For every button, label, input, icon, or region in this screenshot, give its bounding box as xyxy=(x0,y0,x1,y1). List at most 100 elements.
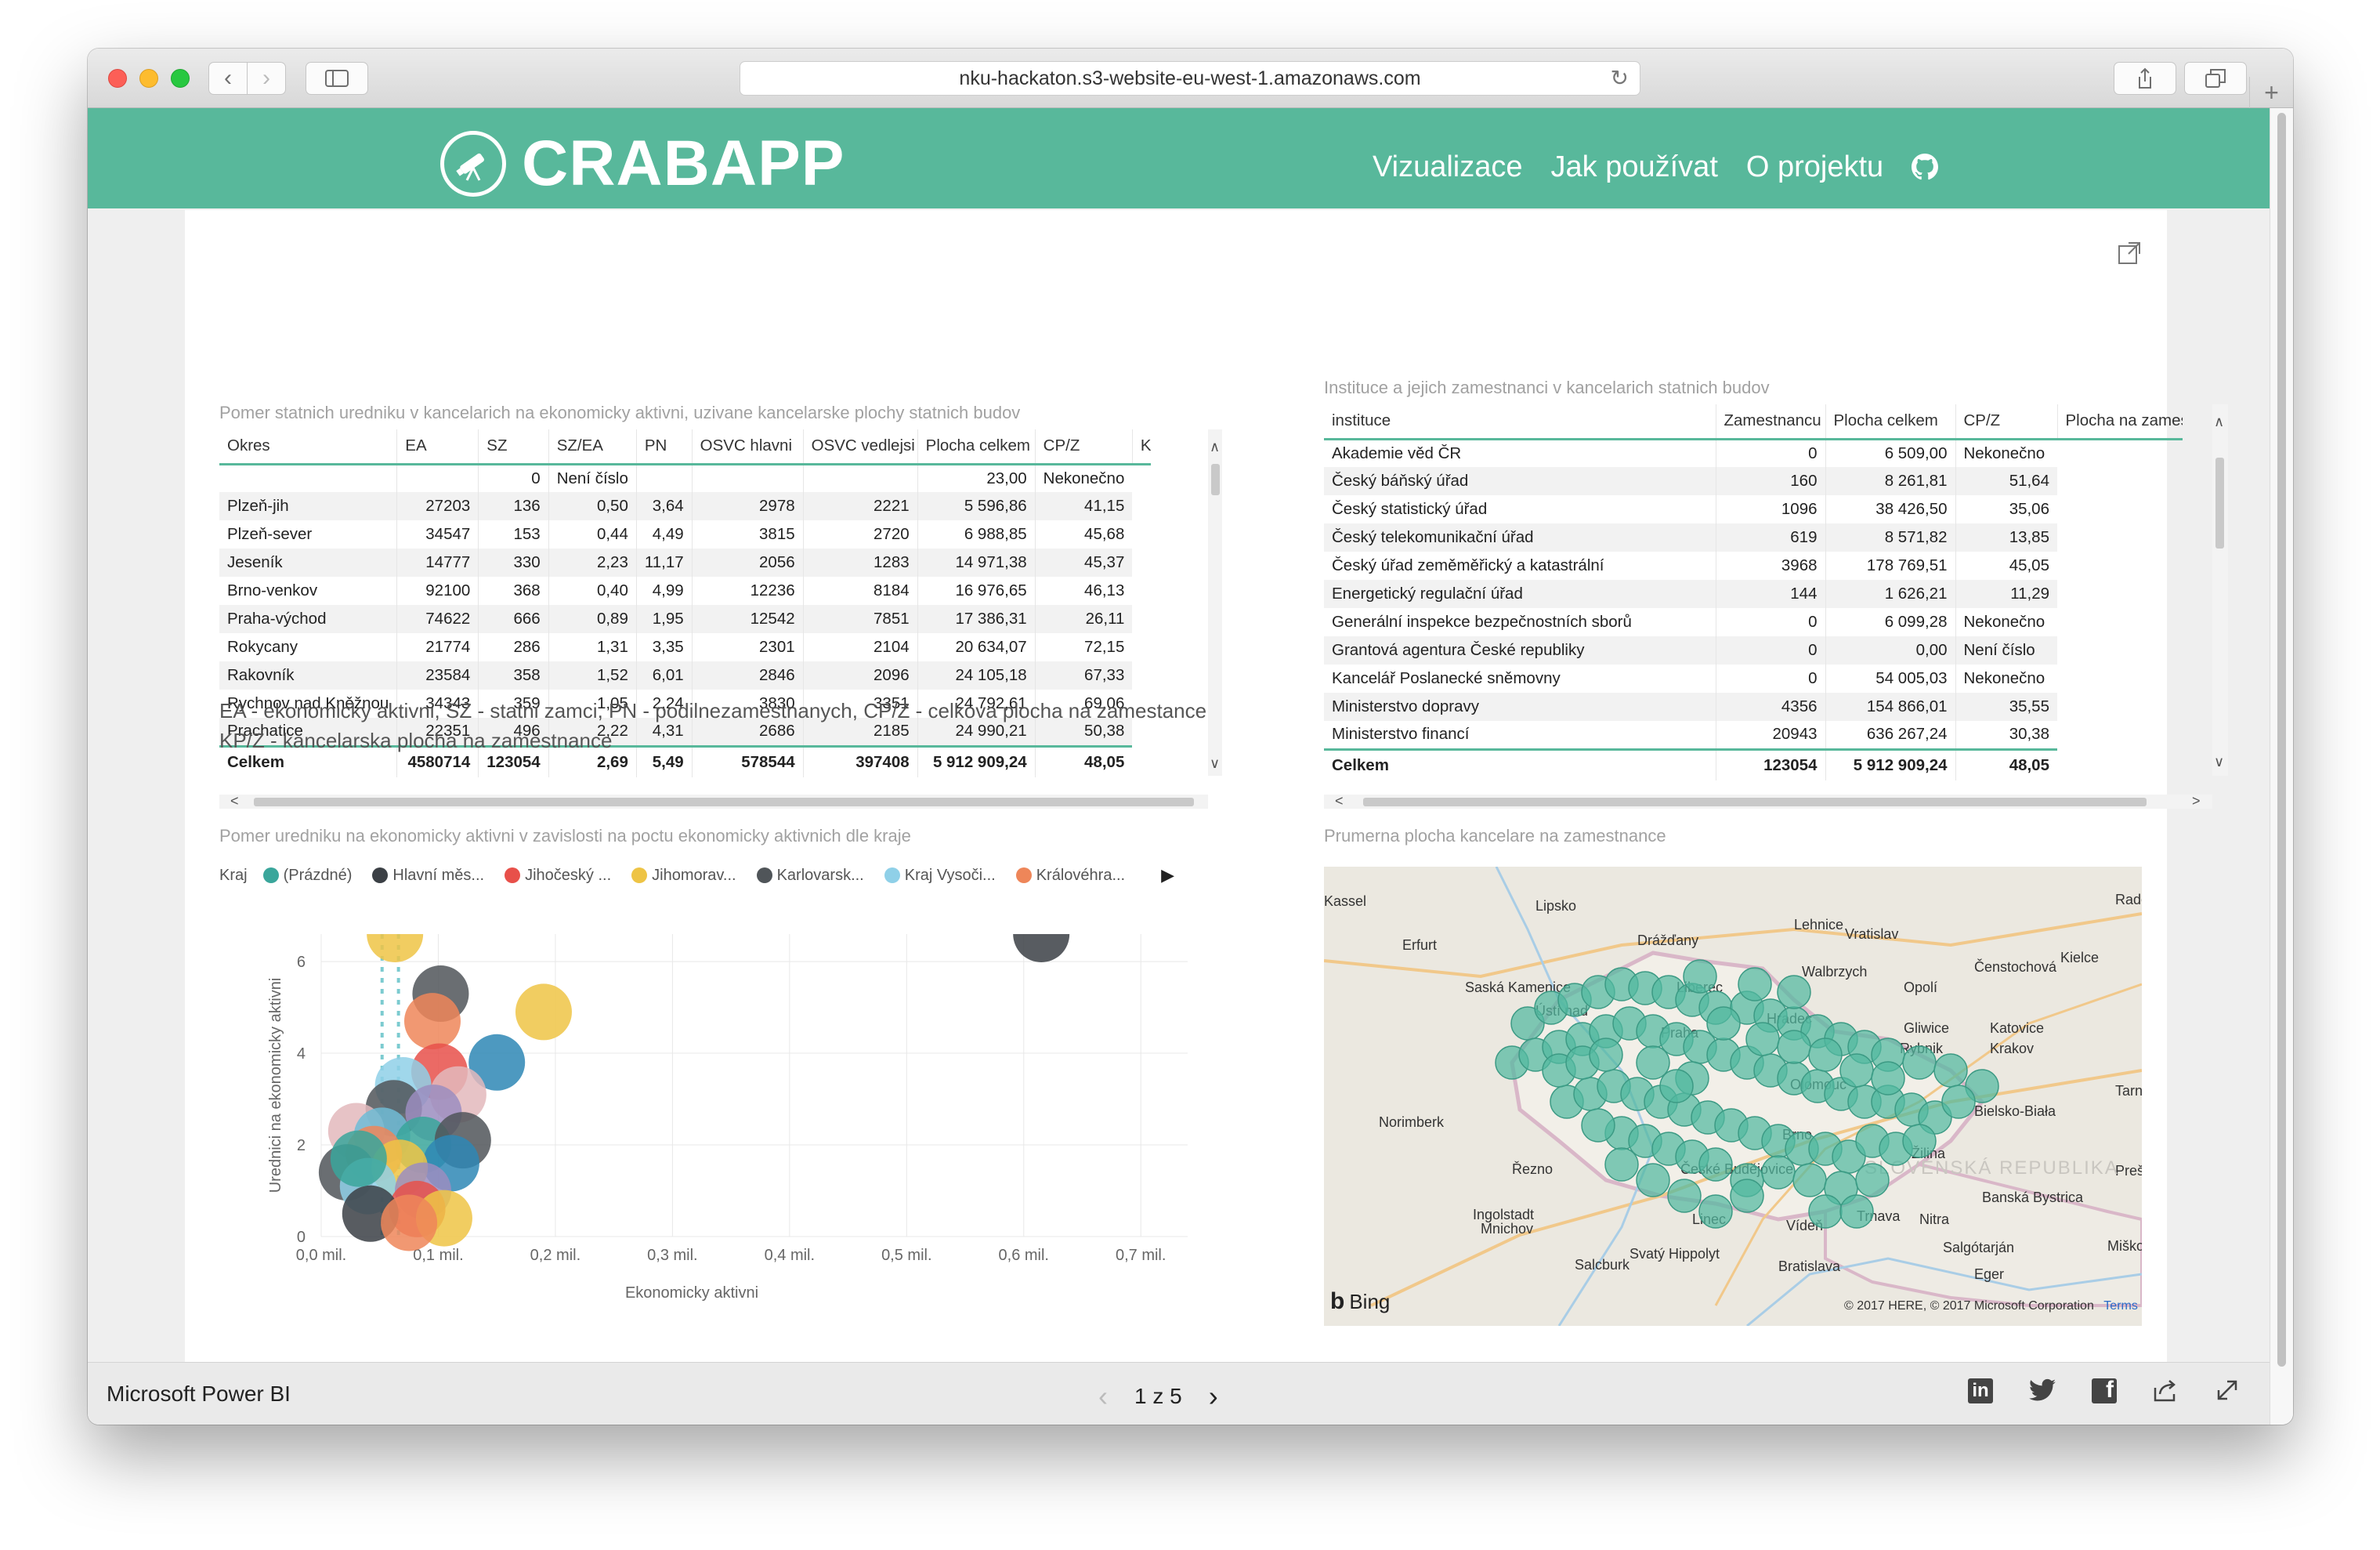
table1-col-header[interactable]: K xyxy=(1131,429,1152,465)
map-visual[interactable]: Kassel Lipsko Drážďany Erfurt Saská Kamenice… xyxy=(1324,867,2142,1326)
nav-vizualizace[interactable]: Vizualizace xyxy=(1373,150,1523,188)
table1-col-header[interactable]: SZ xyxy=(478,429,549,465)
table1-col-header[interactable]: OSVC hlavni xyxy=(691,429,804,465)
table-row[interactable]: Ministerstvo financí 20943 636 267,24 30,38 xyxy=(1324,721,2183,749)
table1-horizontal-scrollbar[interactable]: < xyxy=(219,793,1208,809)
back-button[interactable]: ‹ xyxy=(208,62,248,95)
table-row[interactable]: Plzeň-sever 34547 153 0,44 4,49 3815 2720 6 988… xyxy=(219,520,1151,549)
legend-next-arrow[interactable]: ▶ xyxy=(1161,865,1174,885)
table-row[interactable]: Jeseník 14777 330 2,23 11,17 2056 1283 14 971,3… xyxy=(219,549,1151,577)
chevron-right-icon[interactable]: > xyxy=(2192,793,2201,809)
share-button[interactable] xyxy=(2114,62,2176,95)
table1-hscroll-thumb[interactable] xyxy=(254,798,1194,806)
map-terms-link[interactable]: Terms xyxy=(2103,1299,2138,1313)
minimize-window-button[interactable] xyxy=(139,69,158,88)
table-row[interactable]: Grantová agentura České republiky 0 0,00 Ne… xyxy=(1324,636,2183,665)
legend-item[interactable]: Kraj Vysoči... xyxy=(884,867,996,885)
table1-col-header[interactable]: Plocha celkem xyxy=(917,429,1036,465)
table1-col-header[interactable]: CP/Z xyxy=(1034,429,1133,465)
map-place-label: Banská Bystrica xyxy=(1982,1190,2084,1205)
nav-o-projektu[interactable]: O projektu xyxy=(1746,150,1883,188)
reload-icon[interactable]: ↻ xyxy=(1611,65,1629,91)
table1-cell: 136 xyxy=(478,492,549,520)
table2-col-header[interactable]: Plocha na zamestn xyxy=(2056,404,2183,440)
focus-mode-icon[interactable] xyxy=(2118,241,2141,269)
new-tab-button[interactable]: + xyxy=(2249,77,2293,108)
chevron-up-icon[interactable]: ∧ xyxy=(1210,439,1220,455)
table-row[interactable]: Energetický regulační úřad 144 1 626,21 11,… xyxy=(1324,580,2183,608)
nav-jak-pouzivat[interactable]: Jak používat xyxy=(1551,150,1718,188)
legend-item[interactable]: (Prázdné) xyxy=(262,867,352,885)
legend-item[interactable]: Jihomorav... xyxy=(631,867,736,885)
legend-dot xyxy=(505,867,521,883)
table1-col-header[interactable]: Okres xyxy=(219,429,397,465)
table2-col-header[interactable]: Plocha celkem xyxy=(1825,404,1955,440)
chevron-up-icon[interactable]: ∧ xyxy=(2214,414,2224,430)
close-window-button[interactable] xyxy=(108,69,127,88)
table1-cell: 16 976,65 xyxy=(917,577,1036,605)
table2-hscroll-thumb[interactable] xyxy=(1363,798,2147,806)
map-place-label: Gliwice xyxy=(1904,1020,1949,1036)
table1-col-header[interactable]: SZ/EA xyxy=(548,429,637,465)
table-row[interactable]: Český báňský úřad 160 8 261,81 51,64 xyxy=(1324,467,2183,495)
table2-vscroll-thumb[interactable] xyxy=(2215,458,2224,549)
table2-total-cell: Celkem xyxy=(1324,748,1716,780)
table-row[interactable]: Český telekomunikační úřad 619 8 571,82 13,… xyxy=(1324,523,2183,552)
table-row[interactable]: Generální inspekce bezpečnostních sborů 0… xyxy=(1324,608,2183,636)
powerbi-brand[interactable]: Microsoft Power BI xyxy=(107,1382,291,1407)
table1-vertical-scrollbar[interactable]: ∧ ∨ xyxy=(1208,429,1222,776)
facebook-icon[interactable]: f xyxy=(2092,1377,2117,1403)
fullscreen-icon[interactable] xyxy=(2215,1378,2239,1408)
tabs-overview-button[interactable] xyxy=(2184,62,2247,95)
page-scroll-thumb[interactable] xyxy=(2277,113,2286,1367)
table1-cell: 3,64 xyxy=(635,492,693,520)
table2-col-header[interactable]: CP/Z xyxy=(1955,404,2057,440)
chevron-left-icon[interactable]: < xyxy=(1335,793,1344,809)
page-content: CRABAPP Vizualizace Jak používat O proje… xyxy=(88,108,2270,1425)
table1-col-header[interactable]: OSVC vedlejsi xyxy=(802,429,918,465)
twitter-icon[interactable] xyxy=(2029,1378,2056,1408)
zoom-window-button[interactable] xyxy=(171,69,190,88)
table-row[interactable]: 0 Není číslo 23,00 Nekonečno xyxy=(219,464,1151,492)
table2-col-header[interactable]: Zamestnancu xyxy=(1715,404,1825,440)
table1-cell: 2056 xyxy=(691,549,804,577)
table-row[interactable]: Ministerstvo dopravy 4356 154 866,01 35,55 xyxy=(1324,693,2183,721)
note-line-1: EA - ekonomicky aktivni, SZ - statni zam… xyxy=(219,699,1207,722)
table2-horizontal-scrollbar[interactable]: < > xyxy=(1324,793,2212,809)
page-scrollbar[interactable] xyxy=(2270,108,2293,1425)
legend-item[interactable]: Karlovarsk... xyxy=(756,866,864,885)
table-row[interactable]: Rokycany 21774 286 1,31 3,35 2301 2104 20 634,0… xyxy=(219,633,1151,661)
table2-vertical-scrollbar[interactable]: ∧ ∨ xyxy=(2212,404,2228,776)
table-row[interactable]: Brno-venkov 92100 368 0,40 4,99 12236 8184 16 9… xyxy=(219,577,1151,605)
table1-vscroll-thumb[interactable] xyxy=(1211,464,1220,495)
github-icon[interactable] xyxy=(1912,150,1939,188)
table1-col-header[interactable]: PN xyxy=(635,429,693,465)
address-bar[interactable]: nku-hackaton.s3-website-eu-west-1.amazon… xyxy=(740,61,1640,96)
table-row[interactable]: Praha-východ 74622 666 0,89 1,95 12542 7851 17 … xyxy=(219,605,1151,633)
legend-item[interactable]: Hlavní měs... xyxy=(372,867,484,885)
next-page-button[interactable]: › xyxy=(1209,1380,1218,1413)
table1-col-header[interactable]: EA xyxy=(396,429,479,465)
table-row[interactable]: Plzeň-jih 27203 136 0,50 3,64 2978 2221 5 596,8… xyxy=(219,492,1151,520)
previous-page-button[interactable]: ‹ xyxy=(1098,1380,1108,1413)
table-row[interactable]: Rakovník 23584 358 1,52 6,01 2846 2096 24 105,1… xyxy=(219,661,1151,690)
forward-button[interactable]: › xyxy=(247,62,286,95)
table-row[interactable]: Kancelář Poslanecké sněmovny 0 54 005,03 Ne… xyxy=(1324,665,2183,693)
table-row[interactable]: Český úřad zeměměřický a katastrální 3968… xyxy=(1324,552,2183,580)
chevron-down-icon[interactable]: ∨ xyxy=(1210,755,1220,772)
table-row[interactable]: Akademie věd ČR 0 6 509,00 Nekonečno xyxy=(1324,439,2183,467)
site-logo[interactable]: CRABAPP xyxy=(440,127,845,201)
legend-item-label: Karlovarsk... xyxy=(776,866,864,884)
legend-item[interactable]: Jihočeský ... xyxy=(505,867,611,885)
share-report-icon[interactable] xyxy=(2153,1378,2179,1408)
table1-cell: 2720 xyxy=(802,520,918,549)
table-row[interactable]: Český statistický úřad 1096 38 426,50 35,06 xyxy=(1324,495,2183,523)
y-tick-label: 4 xyxy=(297,1045,306,1063)
sidebar-toggle-button[interactable] xyxy=(306,62,368,95)
legend-item[interactable]: Královéhra... xyxy=(1015,867,1125,885)
table2-col-header[interactable]: instituce xyxy=(1324,404,1716,440)
table2-cell: 0,00 xyxy=(1825,636,1955,665)
chevron-left-icon[interactable]: < xyxy=(230,793,239,809)
chevron-down-icon[interactable]: ∨ xyxy=(2214,754,2224,770)
linkedin-icon[interactable]: in xyxy=(1968,1378,1993,1403)
